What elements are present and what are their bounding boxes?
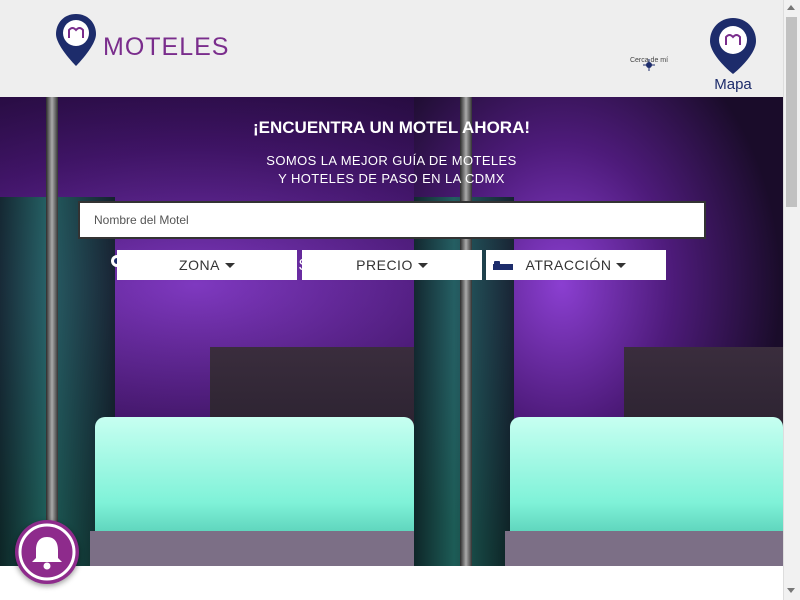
bell-icon	[18, 523, 76, 581]
hero-subtitle-line: Y HOTELES DE PASO EN LA CDMX	[278, 171, 505, 186]
brand-text: MOTELES	[103, 33, 230, 61]
chevron-down-icon	[417, 262, 428, 268]
price-filter-dropdown[interactable]: PRECIO	[302, 250, 482, 280]
bed-icon	[493, 261, 513, 270]
attraction-filter-label: ATRACCIÓN	[525, 257, 612, 273]
zone-filter-label: ZONA	[179, 257, 220, 273]
chevron-down-icon	[224, 262, 235, 268]
scroll-down-icon[interactable]	[787, 588, 795, 593]
hero-subtitle: SOMOS LA MEJOR GUÍA DE MOTELES Y HOTELES…	[0, 152, 783, 188]
hero-subtitle-line: SOMOS LA MEJOR GUÍA DE MOTELES	[266, 153, 517, 168]
scrollbar-thumb[interactable]	[786, 17, 797, 207]
chevron-down-icon	[616, 262, 627, 268]
notification-bell-button[interactable]	[15, 520, 79, 584]
zone-filter-dropdown[interactable]: ZONA	[117, 250, 297, 280]
site-header: MOTELES Cerca de mí Mapa	[0, 0, 783, 97]
attraction-filter-dropdown[interactable]: ATRACCIÓN	[486, 250, 666, 280]
map-label[interactable]: Mapa	[706, 76, 760, 93]
price-filter-label: PRECIO	[356, 257, 413, 273]
search-placeholder: Nombre del Motel	[94, 213, 189, 227]
motel-search-input[interactable]: Nombre del Motel	[78, 201, 706, 239]
hero-title: ¡ENCUENTRA UN MOTEL AHORA!	[252, 118, 531, 137]
bed-base-decor	[505, 531, 783, 566]
bed-base-decor	[90, 531, 414, 566]
scroll-up-icon[interactable]	[787, 5, 795, 10]
near-me-label[interactable]: Cerca de mí	[625, 57, 673, 64]
